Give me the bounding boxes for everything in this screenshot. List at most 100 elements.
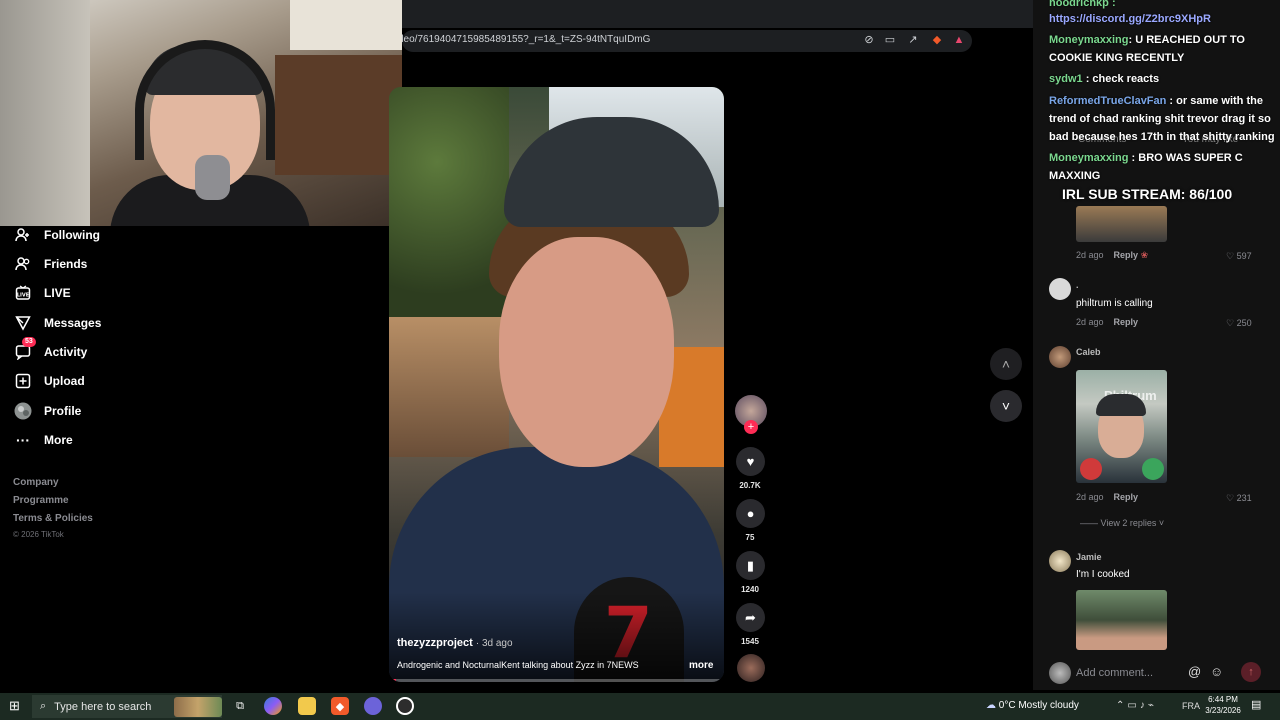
music-disc-icon[interactable] bbox=[737, 654, 765, 682]
comment-meta: 2d ago Reply bbox=[1076, 492, 1139, 502]
nav-label-profile: Profile bbox=[44, 404, 82, 418]
system-tray[interactable]: ⌃▭♪⌁ bbox=[1116, 700, 1157, 711]
taskbar-search[interactable]: ⌕ Type here to search bbox=[32, 695, 222, 718]
comment-avatar[interactable] bbox=[1049, 278, 1071, 300]
more-link[interactable]: more bbox=[689, 660, 713, 671]
nav-activity[interactable]: 53 Activity bbox=[14, 337, 87, 364]
nav-label-upload: Upload bbox=[44, 374, 85, 388]
save-count: 1240 bbox=[741, 585, 759, 594]
file-explorer-icon[interactable] bbox=[298, 697, 316, 715]
share-button[interactable]: ➦ bbox=[736, 603, 765, 632]
cloud-icon: ☁ bbox=[986, 700, 996, 711]
video-author[interactable]: thezyzzproject · 3d ago bbox=[397, 637, 513, 649]
nav-label-following: Following bbox=[44, 228, 100, 242]
comment-avatar[interactable] bbox=[1049, 346, 1071, 368]
heart-icon: ♥ bbox=[746, 454, 755, 469]
comment-button[interactable]: ● bbox=[736, 499, 765, 528]
taskbar-search-placeholder: Type here to search bbox=[54, 700, 152, 713]
reply-button[interactable]: Reply bbox=[1114, 250, 1139, 260]
comment-image[interactable] bbox=[1076, 590, 1167, 650]
nav-label-more: More bbox=[44, 433, 73, 447]
weather-widget[interactable]: ☁ 0°C Mostly cloudy bbox=[986, 700, 1079, 711]
activity-icon: 53 bbox=[14, 337, 36, 361]
emoji-icon[interactable]: ☺ bbox=[1210, 664, 1223, 679]
share-count: 1545 bbox=[741, 637, 759, 646]
comment-like[interactable]: ♡ 231 bbox=[1226, 493, 1252, 504]
nav-label-friends: Friends bbox=[44, 257, 88, 271]
comment-like[interactable]: ♡ 597 bbox=[1226, 251, 1252, 262]
upload-icon bbox=[14, 372, 32, 390]
chat-message-4: ReformedTrueClavFan : or same with the t… bbox=[1049, 95, 1275, 143]
reply-button[interactable]: Reply bbox=[1114, 492, 1139, 502]
comment-username[interactable]: Caleb bbox=[1076, 347, 1101, 357]
sub-goal-counter: IRL SUB STREAM: 86/100 bbox=[1062, 186, 1233, 202]
activity-badge: 53 bbox=[22, 337, 36, 347]
taskbar-clock[interactable]: 6:44 PM 3/23/2026 bbox=[1200, 694, 1246, 716]
chevron-down-icon: ˅ bbox=[1001, 398, 1011, 414]
comment-meta: 2d ago Reply ❀ bbox=[1076, 250, 1149, 260]
view-replies-button[interactable]: —— View 2 replies ˅ bbox=[1080, 518, 1164, 528]
windows-start-icon[interactable]: ⊞ bbox=[9, 698, 20, 714]
chat-link: https://discord.gg/Z2brc9XHpR bbox=[1049, 13, 1211, 25]
comment-meta: 2d ago Reply bbox=[1076, 317, 1139, 327]
discord-icon[interactable] bbox=[364, 697, 382, 715]
previous-video-button[interactable]: ˄ bbox=[990, 348, 1022, 380]
chat-message-2: Moneymaxxing: U REACHED OUT TO COOKIE KI… bbox=[1049, 34, 1245, 64]
brave-rewards-icon[interactable]: ▲ bbox=[951, 33, 967, 47]
comment-like[interactable]: ♡ 250 bbox=[1226, 318, 1252, 329]
follow-plus-icon[interactable]: + bbox=[744, 420, 758, 434]
search-icon: ⌕ bbox=[40, 700, 47, 712]
profile-avatar-icon bbox=[14, 402, 32, 420]
comment-text: I'm I cooked bbox=[1076, 569, 1130, 580]
mention-icon[interactable]: @ bbox=[1188, 664, 1201, 679]
nav-label-live: LIVE bbox=[44, 286, 71, 300]
url-text[interactable]: deo/7619404715985489155?_r=1&_t=ZS-94tNT… bbox=[398, 34, 650, 45]
brave-browser-icon[interactable]: ◆ bbox=[331, 697, 349, 715]
like-button[interactable]: ♥ bbox=[736, 447, 765, 476]
nav-live[interactable]: LIVE LIVE bbox=[14, 281, 71, 305]
obs-icon[interactable] bbox=[396, 697, 414, 715]
bookmark-icon: ▮ bbox=[746, 557, 755, 573]
svg-text:LIVE: LIVE bbox=[17, 293, 30, 299]
chevron-up-icon: ˄ bbox=[1001, 356, 1011, 372]
nav-friends[interactable]: Friends bbox=[14, 252, 87, 276]
footer-programme[interactable]: Programme bbox=[13, 495, 69, 506]
notification-icon[interactable]: ▤ bbox=[1251, 698, 1261, 711]
add-comment-input[interactable] bbox=[1076, 662, 1191, 684]
footer-terms[interactable]: Terms & Policies bbox=[13, 513, 93, 524]
reply-button[interactable]: Reply bbox=[1114, 317, 1139, 327]
video-progress-bar[interactable] bbox=[389, 679, 724, 682]
send-comment-button[interactable]: ↑ bbox=[1241, 662, 1261, 682]
nav-label-messages: Messages bbox=[44, 316, 102, 330]
language-indicator[interactable]: FRA bbox=[1182, 701, 1200, 711]
live-icon: LIVE bbox=[14, 284, 32, 302]
comment-count: 75 bbox=[745, 533, 755, 542]
nav-profile[interactable]: Profile bbox=[14, 399, 81, 423]
copyright: © 2026 TikTok bbox=[13, 530, 64, 539]
webcam-overlay bbox=[0, 0, 402, 226]
nav-upload[interactable]: Upload bbox=[14, 369, 85, 393]
share-icon[interactable]: ↗ bbox=[905, 33, 921, 47]
share-arrow-icon: ➦ bbox=[745, 609, 756, 625]
current-user-avatar bbox=[1049, 662, 1071, 684]
nav-following[interactable]: Following bbox=[14, 223, 100, 247]
translate-icon[interactable]: ⊘ bbox=[861, 33, 877, 47]
cast-icon[interactable]: ▭ bbox=[882, 33, 898, 47]
comment-image[interactable]: Philtrum bbox=[1076, 370, 1167, 483]
comment-image[interactable] bbox=[1076, 206, 1167, 242]
comment-avatar[interactable] bbox=[1049, 550, 1071, 572]
comment-username[interactable]: Jamie bbox=[1076, 552, 1102, 562]
video-player[interactable]: 7 thezyzzproject · 3d ago Androgenic and… bbox=[389, 87, 724, 682]
nav-messages[interactable]: Messages bbox=[14, 311, 101, 335]
nav-more[interactable]: ··· More bbox=[14, 428, 73, 452]
footer-company[interactable]: Company bbox=[13, 477, 59, 488]
friends-icon bbox=[14, 255, 32, 273]
task-view-icon[interactable]: ⧉ bbox=[231, 697, 249, 715]
chat-message-5: Moneymaxxing : BRO WAS SUPER C MAXXING bbox=[1049, 152, 1243, 182]
brave-shield-icon[interactable]: ◆ bbox=[929, 33, 945, 47]
next-video-button[interactable]: ˅ bbox=[990, 390, 1022, 422]
comment-username[interactable]: . bbox=[1076, 280, 1079, 290]
save-button[interactable]: ▮ bbox=[736, 551, 765, 580]
comment-text: philtrum is calling bbox=[1076, 298, 1153, 309]
copilot-icon[interactable] bbox=[264, 697, 282, 715]
